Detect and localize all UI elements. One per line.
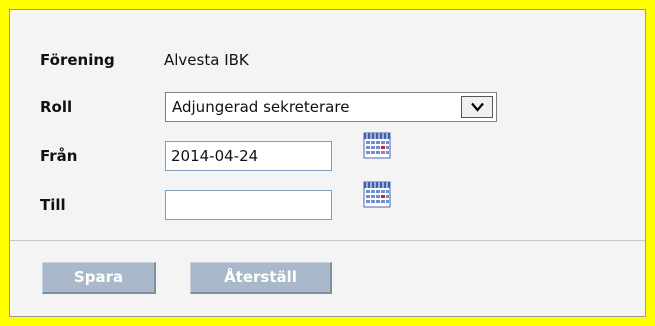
- roll-select-toggle[interactable]: [461, 96, 493, 118]
- calendar-icon[interactable]: [363, 181, 391, 208]
- forening-value: Alvesta IBK: [164, 51, 249, 69]
- fran-label: Från: [40, 147, 78, 165]
- till-label: Till: [40, 196, 66, 214]
- forening-label: Förening: [40, 51, 115, 69]
- save-button[interactable]: Spara: [42, 262, 156, 294]
- divider: [10, 240, 645, 241]
- roll-label: Roll: [40, 98, 73, 116]
- till-date-input[interactable]: [165, 190, 332, 220]
- reset-button[interactable]: Återställ: [190, 262, 332, 294]
- calendar-icon[interactable]: [363, 132, 391, 159]
- fran-date-value: 2014-04-24: [171, 147, 259, 165]
- roll-select[interactable]: Adjungerad sekreterare: [165, 92, 497, 122]
- chevron-down-icon: [471, 102, 484, 112]
- fran-date-input[interactable]: 2014-04-24: [165, 141, 332, 171]
- roll-select-value: Adjungerad sekreterare: [172, 98, 350, 116]
- membership-form: Förening Alvesta IBK Roll Adjungerad sek…: [9, 9, 646, 317]
